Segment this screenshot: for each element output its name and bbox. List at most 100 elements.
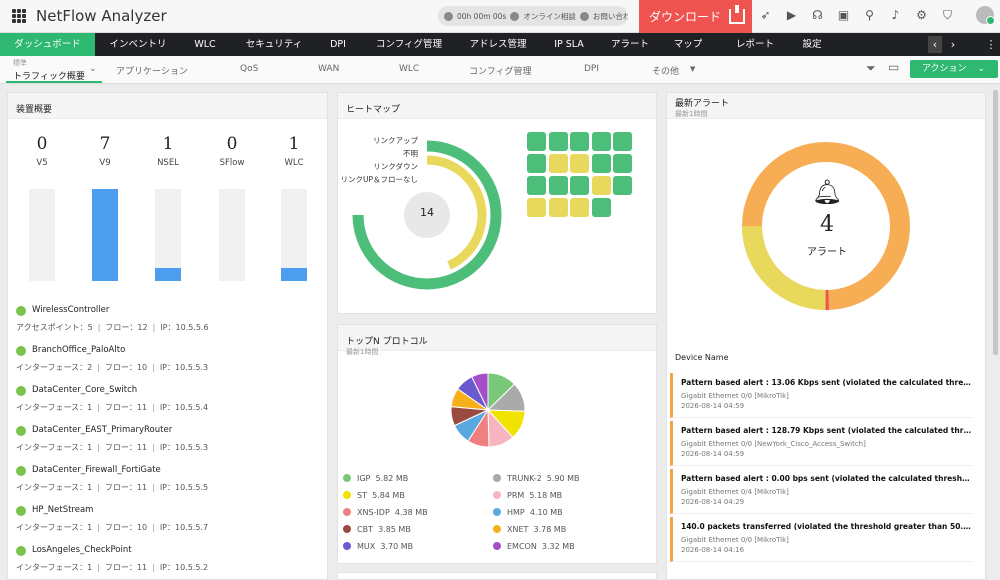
alert-item[interactable]: Pattern based alert : 128.79 Kbps sent (… [670, 421, 973, 466]
heatmap-tile[interactable] [527, 132, 546, 151]
device-name[interactable]: DataCenter_EAST_PrimaryRouter [16, 425, 316, 436]
tab-ipsla[interactable]: IP SLA [546, 33, 592, 56]
device-item[interactable]: WirelessController アクセスポイント：5 | フロー：12 | IP：1… [16, 305, 316, 333]
heatmap-tile[interactable] [613, 176, 632, 195]
tab-report[interactable]: レポート [728, 33, 782, 56]
gift-icon[interactable]: ▣ [836, 8, 851, 23]
video-icon[interactable]: ▶ [784, 8, 799, 23]
heatmap-tile[interactable] [613, 154, 632, 173]
device-name[interactable]: HP_NetStream [16, 505, 316, 516]
legend-item[interactable]: TRUNK-2 5.90 MB [493, 474, 580, 483]
device-item[interactable]: HP_NetStream インターフェース：1 | フロー：10 | IP：10.5.5.… [16, 505, 316, 533]
alert-item[interactable]: Pattern based alert : 0.00 bps sent (vio… [670, 469, 973, 514]
tab-map[interactable]: マップ [668, 33, 708, 56]
alert-item[interactable]: 140.0 packets transferred (violated the … [670, 517, 973, 562]
filter-icon[interactable]: ⏷ [866, 61, 876, 76]
legend-item[interactable]: IGP 5.82 MB [343, 474, 408, 483]
heatmap-tile[interactable] [548, 198, 568, 217]
status-time: 00h 00m 00s [457, 11, 507, 21]
device-item[interactable]: DataCenter_Firewall_FortiGate インターフェース：1 |… [16, 465, 316, 493]
tab-settings[interactable]: 設定 [794, 33, 830, 56]
heatmap-tile[interactable] [570, 154, 589, 173]
chevron-down-icon[interactable]: ⌄ [89, 64, 97, 74]
heatmap-tile[interactable] [548, 176, 568, 195]
sub-tab-dpi[interactable]: DPI [584, 64, 599, 74]
heatmap-tile[interactable] [591, 176, 611, 195]
shield-icon[interactable]: ⛉ [940, 8, 955, 23]
device-ip: IP：10.5.5.3 [159, 363, 209, 372]
device-item[interactable]: BranchOffice_PaloAlto インターフェース：2 | フロー：10 | I… [16, 345, 316, 373]
heatmap-tile[interactable] [613, 132, 632, 151]
tab-security[interactable]: セキュリティ [235, 33, 313, 56]
device-name[interactable]: WirelessController [16, 305, 316, 316]
stat-value: 1 [288, 134, 300, 154]
heatmap-tile[interactable] [548, 154, 568, 173]
legend-item[interactable]: PRM 5.18 MB [493, 491, 562, 500]
heatmap-tile[interactable] [527, 198, 546, 217]
nav-next-icon[interactable]: › [946, 36, 960, 53]
app-grid-icon[interactable] [12, 9, 26, 23]
heatmap-tile[interactable] [570, 132, 589, 151]
sub-tab-wlc[interactable]: WLC [399, 64, 419, 74]
tab-address[interactable]: アドレス管理 [460, 33, 536, 56]
alert-title[interactable]: 140.0 packets transferred (violated the … [681, 522, 973, 531]
tab-config[interactable]: コンフィグ管理 [366, 33, 452, 56]
device-name[interactable]: DataCenter_Core_Switch [16, 385, 316, 396]
heatmap-tile[interactable] [527, 154, 546, 173]
alert-title[interactable]: Pattern based alert : 0.00 bps sent (vio… [681, 474, 973, 483]
legend-item[interactable]: XNS-IDP 4.38 MB [343, 508, 428, 517]
sub-tab-other[interactable]: その他 [652, 64, 679, 77]
nav-prev-icon[interactable]: ‹ [928, 36, 942, 53]
legend-item[interactable]: EMCON 3.32 MB [493, 542, 575, 551]
device-item[interactable]: DataCenter_EAST_PrimaryRouter インターフェース：1 |… [16, 425, 316, 453]
tab-wlc[interactable]: WLC [185, 33, 225, 56]
heatmap-tile[interactable] [591, 154, 611, 173]
heatmap-tile[interactable] [591, 132, 611, 151]
heatmap-tile[interactable] [548, 132, 568, 151]
device-name[interactable]: BranchOffice_PaloAlto [16, 345, 316, 356]
device-item[interactable]: LosAngeles_CheckPoint インターフェース：1 | フロー：11 | I… [16, 545, 316, 573]
heatmap-tile[interactable] [591, 198, 611, 217]
alert-title[interactable]: Pattern based alert : 13.06 Kbps sent (v… [681, 378, 973, 387]
headset-icon[interactable]: ☊ [810, 8, 825, 23]
rocket-icon[interactable]: ➶ [758, 8, 773, 23]
next-panel [337, 572, 657, 580]
legend-item[interactable]: CBT 3.85 MB [343, 525, 411, 534]
action-button[interactable]: アクション ⌄ [910, 60, 998, 78]
alert-item[interactable]: Pattern based alert : 13.06 Kbps sent (v… [670, 373, 973, 418]
status-pill[interactable]: 00h 00m 00s オンライン相談 お問い合わせ [438, 6, 628, 26]
layout-icon[interactable]: ▭ [888, 60, 899, 74]
sub-tab-application[interactable]: アプリケーション [116, 64, 188, 77]
legend-item[interactable]: HMP 4.10 MB [493, 508, 563, 517]
search-icon[interactable]: ⚲ [862, 8, 877, 23]
page-scrollbar[interactable] [993, 90, 998, 355]
download-button[interactable]: ダウンロード [639, 0, 752, 33]
tab-dpi[interactable]: DPI [320, 33, 356, 56]
sub-tab-qos[interactable]: QoS [240, 64, 258, 74]
heatmap-tile[interactable] [570, 176, 589, 195]
avatar[interactable] [976, 6, 995, 25]
sub-tab-config[interactable]: コンフィグ管理 [469, 64, 532, 77]
legend-item[interactable]: MUX 3.70 MB [343, 542, 413, 551]
stat-column: 1 NSEL [148, 134, 188, 168]
bell-icon[interactable]: ♪ [888, 8, 903, 23]
more-menu-icon[interactable]: ⋮ [984, 36, 998, 53]
tab-dashboard[interactable]: ダッシュボード [0, 33, 95, 56]
tab-inventory[interactable]: インベントリ [97, 33, 179, 56]
gear-icon[interactable]: ⚙ [914, 8, 929, 23]
separator: | [97, 403, 100, 412]
device-item[interactable]: DataCenter_Core_Switch インターフェース：1 | フロー：11 |… [16, 385, 316, 413]
heatmap-tile[interactable] [570, 198, 589, 217]
sub-tab-wan[interactable]: WAN [318, 64, 339, 74]
device-name[interactable]: LosAngeles_CheckPoint [16, 545, 316, 556]
other-dropdown-icon[interactable]: ▼ [690, 65, 695, 73]
legend-item[interactable]: ST 5.84 MB [343, 491, 405, 500]
alert-device: Gigabit Ethernet 0/0 [MikroTik] [681, 392, 789, 400]
tab-alarm[interactable]: アラート [604, 33, 656, 56]
sub-tab-traffic[interactable]: 標準 トラフィック概要 [13, 58, 85, 82]
device-name[interactable]: DataCenter_Firewall_FortiGate [16, 465, 316, 476]
alert-title[interactable]: Pattern based alert : 128.79 Kbps sent (… [681, 426, 973, 435]
legend-item[interactable]: XNET 3.78 MB [493, 525, 566, 534]
download-label: ダウンロード [649, 10, 722, 24]
heatmap-tile[interactable] [527, 176, 546, 195]
